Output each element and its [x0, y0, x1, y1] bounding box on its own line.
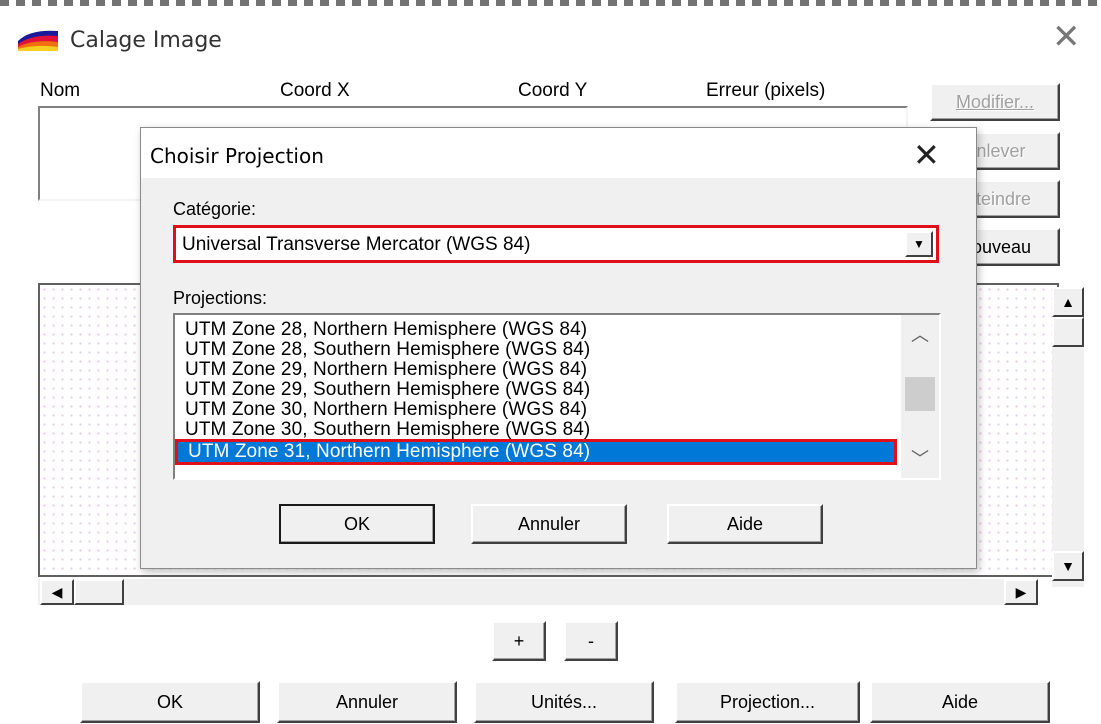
- projection-item-selected[interactable]: UTM Zone 31, Northern Hemisphere (WGS 84…: [175, 439, 897, 465]
- dialog-help-button[interactable]: Aide: [667, 504, 823, 544]
- category-selected-value: Universal Transverse Mercator (WGS 84): [182, 234, 531, 255]
- dialog-cancel-label: Annuler: [517, 513, 581, 534]
- close-icon[interactable]: ✕: [1052, 20, 1081, 54]
- cancel-button-label: Annuler: [335, 691, 399, 712]
- column-header-coord-y: Coord Y: [518, 80, 588, 101]
- projection-item[interactable]: UTM Zone 30, Northern Hemisphere (WGS 84…: [185, 400, 587, 420]
- zoom-out-label: -: [588, 630, 594, 651]
- modify-button[interactable]: Modifier...: [930, 83, 1060, 121]
- ok-button-label: OK: [156, 691, 183, 712]
- category-label: Catégorie:: [173, 199, 257, 219]
- projection-item[interactable]: UTM Zone 29, Northern Hemisphere (WGS 84…: [185, 360, 587, 380]
- help-button-label: Aide: [941, 691, 979, 712]
- zoom-in-label: +: [513, 630, 525, 651]
- column-header-coord-x: Coord X: [280, 80, 350, 101]
- hscroll-thumb[interactable]: [74, 579, 124, 605]
- projection-item[interactable]: UTM Zone 28, Southern Hemisphere (WGS 84…: [185, 340, 590, 360]
- scroll-thumb[interactable]: [1052, 317, 1084, 347]
- projections-label: Projections:: [173, 288, 268, 308]
- help-button[interactable]: Aide: [870, 681, 1050, 723]
- horizontal-scrollbar[interactable]: ◀ ▶: [38, 579, 1038, 605]
- dialog-cancel-button[interactable]: Annuler: [471, 504, 627, 544]
- chevron-down-icon[interactable]: ▼: [905, 231, 933, 257]
- category-select[interactable]: Universal Transverse Mercator (WGS 84) ▼: [173, 225, 939, 263]
- scroll-right-icon[interactable]: ▶: [1004, 579, 1038, 605]
- zoom-in-button[interactable]: +: [492, 621, 546, 661]
- projections-scroll-thumb[interactable]: [905, 377, 935, 411]
- cancel-button[interactable]: Annuler: [277, 681, 457, 723]
- scroll-down-icon[interactable]: ﹀: [901, 445, 939, 471]
- app-icon: [18, 30, 58, 51]
- projection-item[interactable]: UTM Zone 28, Northern Hemisphere (WGS 84…: [185, 320, 587, 340]
- projection-item[interactable]: UTM Zone 30, Southern Hemisphere (WGS 84…: [185, 420, 590, 440]
- scroll-up-icon[interactable]: ︿: [901, 321, 939, 347]
- modify-button-label: Modifier...: [955, 91, 1035, 112]
- dialog-ok-label: OK: [343, 513, 370, 534]
- projection-item[interactable]: UTM Zone 29, Southern Hemisphere (WGS 84…: [185, 380, 590, 400]
- top-edge-strip: [0, 0, 1101, 6]
- scroll-down-icon[interactable]: ▼: [1052, 551, 1084, 581]
- projection-button-label: Projection...: [719, 691, 816, 712]
- window-title: Calage Image: [70, 28, 222, 53]
- units-button-label: Unités...: [530, 691, 598, 712]
- vertical-scrollbar[interactable]: ▲ ▼: [1052, 287, 1084, 587]
- dialog-ok-button[interactable]: OK: [279, 504, 435, 544]
- scroll-up-icon[interactable]: ▲: [1052, 287, 1084, 317]
- dialog-help-label: Aide: [726, 513, 764, 534]
- dialog-titlebar: Choisir Projection ✕: [141, 128, 976, 178]
- projections-listbox[interactable]: UTM Zone 28, Northern Hemisphere (WGS 84…: [173, 313, 941, 480]
- projections-scrollbar[interactable]: ︿ ﹀: [901, 315, 939, 478]
- dialog-close-icon[interactable]: ✕: [913, 136, 940, 174]
- units-button[interactable]: Unités...: [474, 681, 654, 723]
- zoom-out-button[interactable]: -: [564, 621, 618, 661]
- scroll-left-icon[interactable]: ◀: [40, 579, 74, 605]
- column-header-error: Erreur (pixels): [706, 80, 826, 101]
- ok-button[interactable]: OK: [80, 681, 260, 723]
- column-header-nom: Nom: [40, 80, 81, 101]
- dialog-title: Choisir Projection: [150, 144, 324, 168]
- choose-projection-dialog: Choisir Projection ✕ Catégorie: Universa…: [140, 127, 977, 569]
- projection-button[interactable]: Projection...: [675, 681, 860, 723]
